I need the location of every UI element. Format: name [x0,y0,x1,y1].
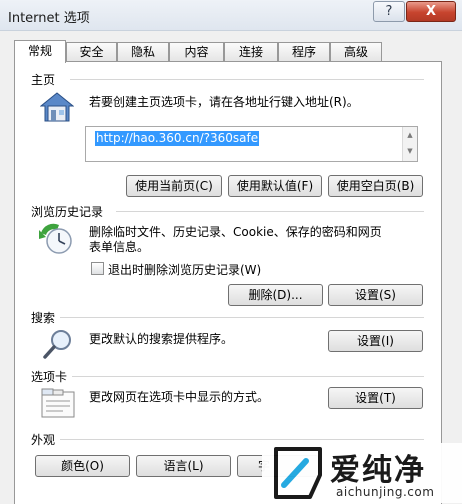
watermark: 爱纯净 aichunjing.com [262,443,462,503]
scroll-up-icon[interactable]: ▲ [403,127,417,143]
history-section-title: 浏览历史记录 [31,205,104,219]
tab-programs[interactable]: 程序 [278,42,330,62]
history-clock-icon [39,223,72,254]
close-button[interactable]: X [406,1,456,22]
search-magnifier-icon [43,330,71,359]
use-blank-button[interactable]: 使用空白页(B) [328,175,423,197]
history-description-line-1: 删除临时文件、历史记录、Cookie、保存的密码和网页 [89,225,382,239]
help-button[interactable]: ? [373,1,405,22]
tab-security[interactable]: 安全 [66,42,117,62]
home-section-divider [70,79,424,80]
delete-on-exit-label[interactable]: 退出时删除浏览历史记录(W) [108,261,261,278]
tabs-section-divider [72,376,424,377]
tab-connections[interactable]: 连接 [224,42,278,62]
home-icon [40,92,74,122]
search-description: 更改默认的搜索提供程序。 [89,332,234,346]
history-section-divider [116,211,424,212]
window-title: Internet 选项 [8,11,90,26]
search-settings-button[interactable]: 设置(I) [328,330,423,352]
delete-history-button[interactable]: 删除(D)... [228,284,323,306]
title-bar: Internet 选项 ? X [0,0,462,31]
tabs-window-icon [41,388,75,418]
delete-on-exit-checkbox[interactable] [91,262,104,275]
use-default-button[interactable]: 使用默认值(F) [228,175,322,197]
appearance-section-divider [60,439,424,440]
history-description-line-2: 表单信息。 [89,240,150,254]
tabs-settings-button[interactable]: 设置(T) [328,387,423,409]
home-url-textarea[interactable]: http://hao.360.cn/?360safe ▲ ▼ [85,126,418,162]
home-section-title: 主页 [31,73,56,87]
home-description: 若要创建主页选项卡，请在各地址行键入地址(R)。 [89,95,359,109]
home-url-text: http://hao.360.cn/?360safe [95,131,260,146]
watermark-site: aichunjing.com [336,485,435,499]
languages-button[interactable]: 语言(L) [136,455,231,477]
search-section-title: 搜索 [31,311,56,325]
tab-general[interactable]: 常规 [14,40,66,63]
tabs-description: 更改网页在选项卡中显示的方式。 [89,390,270,404]
watermark-brand: 爱纯净 [330,453,426,488]
use-current-button[interactable]: 使用当前页(C) [126,175,222,197]
colors-button[interactable]: 颜色(O) [35,455,130,477]
tabs-section-title: 选项卡 [31,370,68,384]
search-section-divider [60,317,424,318]
tab-content[interactable]: 内容 [169,42,224,62]
watermark-logo-icon [274,447,322,499]
url-scrollbar[interactable]: ▲ ▼ [402,127,417,161]
scroll-down-icon[interactable]: ▼ [403,143,417,159]
history-settings-button[interactable]: 设置(S) [328,284,423,306]
tab-privacy[interactable]: 隐私 [117,42,169,62]
tab-advanced[interactable]: 高级 [330,42,382,62]
appearance-section-title: 外观 [31,433,56,447]
